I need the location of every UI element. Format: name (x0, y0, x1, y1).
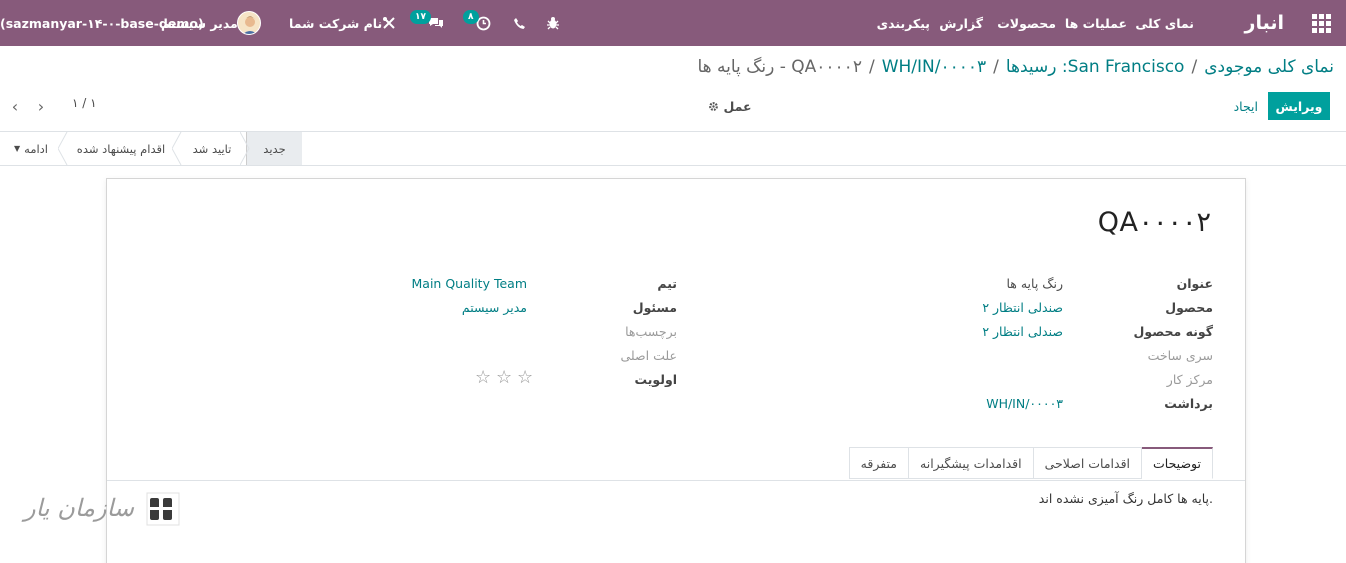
debug-bug-icon[interactable] (546, 0, 560, 46)
tabs-underline (107, 480, 1245, 481)
tools-icon[interactable] (382, 0, 396, 46)
menu-products[interactable]: محصولات (997, 0, 1056, 46)
description-content[interactable]: پایه ها کامل رنگ آمیزی نشده اند. (1039, 491, 1213, 506)
statusbar: جدید تایید شد اقدام پیشنهاد شده ▼ ادامه (0, 132, 1346, 166)
field-label-title: عنوان (1176, 276, 1213, 291)
watermark-emblem-icon (146, 492, 180, 526)
stage-label: اقدام پیشنهاد شده (76, 141, 166, 156)
field-label-workcenter: مرکز کار (1166, 372, 1213, 387)
field-label-root-cause: علت اصلی (620, 348, 678, 363)
form-sheet: QA۰۰۰۰۲ عنوان رنگ پایه ها محصول صندلی ان… (106, 178, 1246, 563)
watermark-logo: سازمان یار (22, 488, 182, 538)
messages-icon[interactable] (428, 0, 444, 46)
stage-separator (240, 132, 250, 165)
activity-clock-icon[interactable] (476, 0, 491, 46)
pager-next-icon[interactable]: › (32, 96, 50, 116)
more-label: ادامه (24, 141, 48, 156)
phone-icon[interactable] (513, 0, 526, 46)
activity-count-badge: ۸ (463, 10, 479, 24)
menu-overview[interactable]: نمای کلی (1135, 0, 1194, 46)
field-product[interactable]: صندلی انتظار ۲ (982, 300, 1063, 315)
statusbar-divider (0, 165, 1346, 166)
menu-operations[interactable]: عملیات ها (1065, 0, 1127, 46)
field-label-priority: اولویت (634, 372, 677, 387)
pager-previous-icon[interactable]: ‹ (6, 96, 24, 116)
field-label-tags: برچسب‌ها (625, 324, 677, 339)
tab-miscellaneous[interactable]: متفرقه (848, 447, 910, 479)
stage-confirmed[interactable]: تایید شد (178, 132, 246, 165)
notebook-tabs: توضیحات اقدامات اصلاحی اقدامدات پیشگیران… (848, 447, 1213, 479)
field-label-responsible: مسئول (632, 300, 677, 315)
create-button[interactable]: ایجاد (1230, 92, 1262, 120)
stage-separator (58, 132, 68, 165)
priority-star-icon[interactable]: ☆ (475, 367, 491, 388)
breadcrumb-picking[interactable]: WH/IN/۰۰۰۰۳ (882, 57, 986, 77)
breadcrumb-separator: / (868, 57, 875, 77)
pager-value[interactable]: ۱ / ۱ (72, 96, 97, 110)
tab-preventive-actions[interactable]: اقدامدات پیشگیرانه (908, 447, 1034, 479)
field-picking[interactable]: WH/IN/۰۰۰۰۳ (986, 396, 1063, 411)
field-label-product: محصول (1165, 300, 1213, 315)
menu-configuration[interactable]: پیکربندی (877, 0, 930, 46)
top-navbar: انبار نمای کلی عملیات ها محصولات گزارش پ… (0, 0, 1346, 46)
action-menu-button[interactable]: عمل (700, 92, 760, 120)
stage-new[interactable]: جدید (246, 132, 302, 165)
breadcrumb: نمای کلی موجودی / San Francisco: رسیدها … (697, 57, 1334, 77)
field-title[interactable]: رنگ پایه ها (1006, 276, 1063, 291)
stage-action-proposed[interactable]: اقدام پیشنهاد شده (64, 132, 178, 165)
field-label-picking: برداشت (1164, 396, 1213, 411)
tab-description[interactable]: توضیحات (1141, 447, 1213, 479)
field-label-lot: سری ساخت (1147, 348, 1213, 363)
app-brand[interactable]: انبار (1245, 0, 1284, 46)
stage-label: جدید (263, 141, 286, 156)
action-menu-label: عمل (723, 98, 752, 114)
gear-icon (709, 101, 719, 111)
company-switcher[interactable]: نام شرکت شما (289, 0, 382, 46)
field-team[interactable]: Main Quality Team (412, 276, 528, 291)
breadcrumb-current: QA۰۰۰۰۲ - رنگ پایه ها (697, 57, 862, 77)
breadcrumb-separator: / (993, 57, 999, 77)
statusbar-more-button[interactable]: ▼ ادامه (14, 132, 48, 165)
menu-reporting[interactable]: گزارش (939, 0, 983, 46)
priority-star-icon[interactable]: ☆ (517, 367, 533, 388)
database-name: (sazmanyar-۱۴-۰-base-demo) (0, 15, 204, 31)
field-responsible[interactable]: مدیر سیستم (462, 300, 527, 315)
watermark-text: سازمان یار (24, 494, 135, 522)
breadcrumb-separator: / (1191, 57, 1198, 77)
field-label-product-variant: گونه محصول (1133, 324, 1213, 339)
user-avatar[interactable] (237, 0, 261, 46)
breadcrumb-receipts[interactable]: San Francisco: رسیدها (1006, 57, 1185, 77)
edit-button[interactable]: ویرایش (1268, 92, 1330, 120)
apps-menu-icon[interactable] (1312, 0, 1334, 46)
record-title: QA۰۰۰۰۲ (1097, 207, 1211, 238)
field-product-variant[interactable]: صندلی انتظار ۲ (982, 324, 1063, 339)
stage-separator (172, 132, 182, 165)
tab-corrective-actions[interactable]: اقدامات اصلاحی (1032, 447, 1143, 479)
breadcrumb-inventory-overview[interactable]: نمای کلی موجودی (1204, 57, 1334, 77)
priority-star-icon[interactable]: ☆ (496, 367, 512, 388)
messages-count-badge: ۱۷ (410, 10, 431, 24)
field-label-team: تیم (657, 276, 677, 291)
stage-label: تایید شد (192, 141, 232, 156)
caret-down-icon: ▼ (14, 144, 21, 153)
